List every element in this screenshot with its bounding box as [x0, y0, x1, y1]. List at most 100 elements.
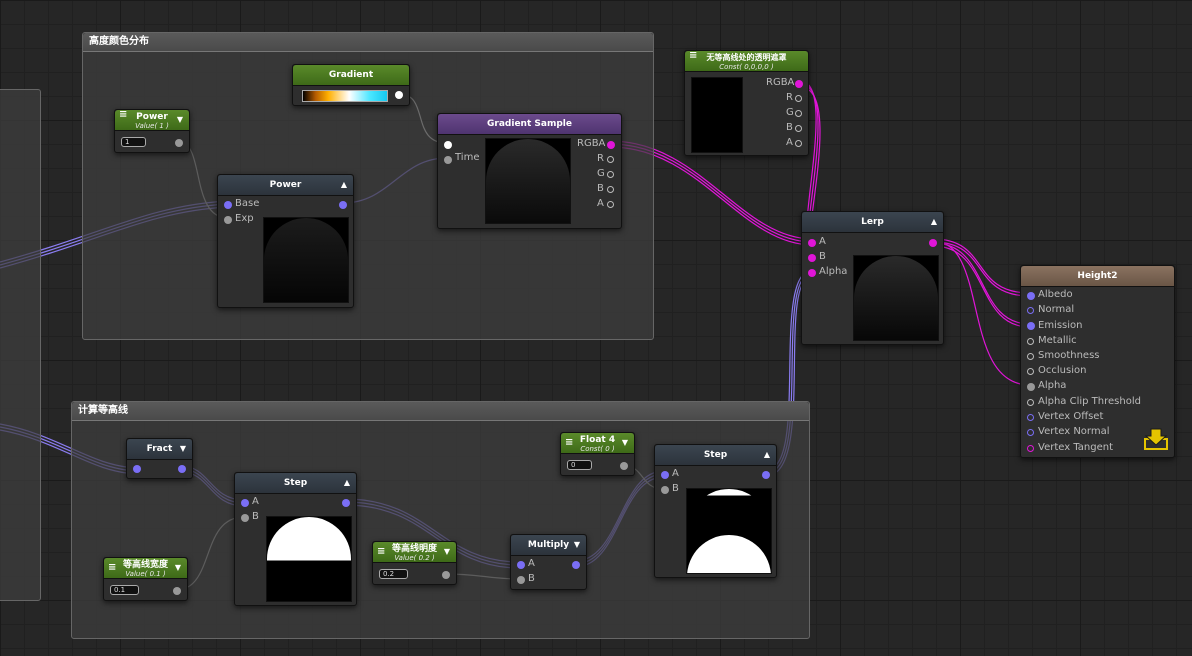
node-header[interactable]: Fract ▼ — [127, 439, 192, 460]
output-port-r[interactable] — [607, 156, 614, 163]
input-port-vertex-normal[interactable] — [1027, 429, 1034, 436]
triangle-icon[interactable]: ▼ — [180, 439, 186, 459]
node-header[interactable]: Power ▲ — [218, 175, 353, 196]
triangle-icon[interactable]: ▼ — [175, 558, 181, 578]
node-header[interactable]: Multiply ▼ — [511, 535, 586, 556]
triangle-icon[interactable]: ▲ — [341, 175, 347, 195]
triangle-icon[interactable]: ▼ — [444, 542, 450, 562]
output-port-b[interactable] — [607, 186, 614, 193]
hamburger-icon[interactable]: ≡ — [565, 433, 573, 453]
triangle-icon[interactable]: ▼ — [177, 110, 183, 130]
node-header[interactable]: ≡ Float 4 Const( 0 ) ▼ — [561, 433, 634, 454]
node-header[interactable]: Step ▲ — [235, 473, 356, 494]
value-field[interactable]: 1 — [121, 137, 146, 147]
fract-node[interactable]: Fract ▼ — [126, 438, 193, 479]
hamburger-icon[interactable]: ≡ — [377, 542, 385, 562]
input-port-vertex-offset[interactable] — [1027, 414, 1034, 421]
node-header[interactable]: ≡ 等高线宽度 Value( 0.1 ) ▼ — [104, 558, 187, 579]
input-port-alpha[interactable] — [1027, 383, 1035, 391]
output-port-a[interactable] — [607, 201, 614, 208]
input-port-exp[interactable] — [224, 216, 232, 224]
output-port-r[interactable] — [795, 95, 802, 102]
output-port[interactable] — [175, 139, 183, 147]
power-node[interactable]: Power ▲ Base Exp — [217, 174, 354, 308]
input-port-base[interactable] — [224, 201, 232, 209]
input-port-alpha[interactable] — [808, 269, 816, 277]
group-title[interactable]: 计算等高线 — [72, 402, 809, 421]
mask-const-node[interactable]: ≡ 无等高线处的透明遮罩 Const( 0,0,0,0 ) RGBA R G B… — [684, 50, 809, 156]
input-port-vertex-tangent[interactable] — [1027, 445, 1034, 452]
power-value-node[interactable]: ≡ Power Value( 1 ) ▼ 1 — [114, 109, 190, 153]
input-port-b[interactable] — [241, 514, 249, 522]
output-port[interactable] — [342, 499, 350, 507]
node-header[interactable]: Step ▲ — [655, 445, 776, 466]
node-title: Multiply — [527, 540, 570, 550]
triangle-icon[interactable]: ▲ — [931, 212, 937, 232]
output-port[interactable] — [339, 201, 347, 209]
port-label: R — [597, 153, 604, 164]
input-port-normal[interactable] — [1027, 307, 1034, 314]
node-header[interactable]: ≡ Power Value( 1 ) ▼ — [115, 110, 189, 131]
node-header[interactable]: ≡ 无等高线处的透明遮罩 Const( 0,0,0,0 ) — [685, 51, 808, 72]
gradient-node[interactable]: Gradient — [292, 64, 410, 106]
node-header[interactable]: Gradient Sample — [438, 114, 621, 135]
output-port[interactable] — [572, 561, 580, 569]
output-port-g[interactable] — [795, 110, 802, 117]
input-port-a[interactable] — [661, 471, 669, 479]
output-port[interactable] — [762, 471, 770, 479]
input-port-gradient[interactable] — [444, 141, 452, 149]
output-port[interactable] — [178, 465, 186, 473]
input-port-metallic[interactable] — [1027, 338, 1034, 345]
port-label: B — [672, 483, 679, 494]
node-header[interactable]: Gradient — [293, 65, 409, 86]
output-port[interactable] — [929, 239, 937, 247]
value-field[interactable]: 0.2 — [379, 569, 408, 579]
node-header[interactable]: ≡ 等高线明度 Value( 0.2 ) ▼ — [373, 542, 456, 563]
input-port-emission[interactable] — [1027, 322, 1035, 330]
input-port-b[interactable] — [808, 254, 816, 262]
node-header[interactable]: Lerp ▲ — [802, 212, 943, 233]
input-port-b[interactable] — [661, 486, 669, 494]
hamburger-icon[interactable]: ≡ — [119, 110, 127, 120]
triangle-icon[interactable]: ▲ — [764, 445, 770, 465]
group-title[interactable]: 高度颜色分布 — [83, 33, 653, 52]
input-port-time[interactable] — [444, 156, 452, 164]
node-header[interactable]: Height2 — [1021, 266, 1174, 287]
width-value-node[interactable]: ≡ 等高线宽度 Value( 0.1 ) ▼ 0.1 — [103, 557, 188, 601]
input-port-occlusion[interactable] — [1027, 368, 1034, 375]
input-port-alpha-clip[interactable] — [1027, 399, 1034, 406]
step-node[interactable]: Step ▲ A B — [654, 444, 777, 578]
input-port-b[interactable] — [517, 576, 525, 584]
lerp-node[interactable]: Lerp ▲ A B Alpha — [801, 211, 944, 345]
input-port-a[interactable] — [517, 561, 525, 569]
input-port[interactable] — [133, 465, 141, 473]
value-field[interactable]: 0 — [567, 460, 592, 470]
output-port[interactable] — [173, 587, 181, 595]
input-port-smoothness[interactable] — [1027, 353, 1034, 360]
output-port-g[interactable] — [607, 171, 614, 178]
multiply-node[interactable]: Multiply ▼ A B — [510, 534, 587, 590]
brightness-value-node[interactable]: ≡ 等高线明度 Value( 0.2 ) ▼ 0.2 — [372, 541, 457, 585]
step-node[interactable]: Step ▲ A B — [234, 472, 357, 606]
save-download-icon[interactable] — [1144, 428, 1168, 450]
output-port[interactable] — [395, 91, 403, 99]
input-port-albedo[interactable] — [1027, 292, 1035, 300]
output-port-rgba[interactable] — [795, 80, 803, 88]
output-port-rgba[interactable] — [607, 141, 615, 149]
value-field[interactable]: 0.1 — [110, 585, 139, 595]
hamburger-icon[interactable]: ≡ — [108, 558, 116, 578]
triangle-icon[interactable]: ▼ — [622, 433, 628, 453]
float4-node[interactable]: ≡ Float 4 Const( 0 ) ▼ 0 — [560, 432, 635, 476]
output-port[interactable] — [620, 462, 628, 470]
gradient-preview[interactable] — [302, 90, 388, 102]
output-port-b[interactable] — [795, 125, 802, 132]
hamburger-icon[interactable]: ≡ — [689, 51, 697, 61]
triangle-icon[interactable]: ▲ — [344, 473, 350, 493]
input-port-a[interactable] — [808, 239, 816, 247]
triangle-icon[interactable]: ▼ — [574, 535, 580, 555]
gradient-sample-node[interactable]: Gradient Sample Time RGBA R G B A — [437, 113, 622, 229]
input-port-a[interactable] — [241, 499, 249, 507]
output-port[interactable] — [442, 571, 450, 579]
output-port-a[interactable] — [795, 140, 802, 147]
height2-output-node[interactable]: Height2 Albedo Normal Emission Metallic … — [1020, 265, 1175, 458]
